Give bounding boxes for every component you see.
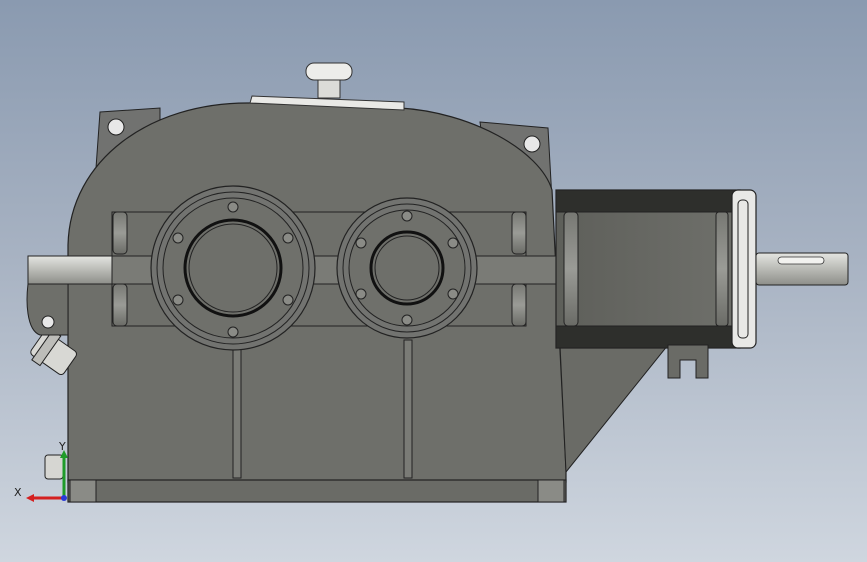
- flange-tab-left-top: [112, 211, 128, 255]
- right-ear-hole: [523, 135, 541, 153]
- motor-flange-right: [715, 211, 729, 327]
- gearbox-model[interactable]: [0, 0, 867, 562]
- motor-dark-band-top: [555, 189, 741, 213]
- breather-stem: [317, 77, 341, 99]
- y-axis-label: Y: [58, 440, 66, 453]
- axis-triad: X Y: [14, 440, 68, 502]
- rib-1: [232, 339, 242, 479]
- housing-base: [67, 479, 567, 503]
- motor-body: [555, 189, 741, 349]
- z-axis-dot: [61, 495, 67, 501]
- left-bearing-cap: [150, 185, 316, 351]
- breather-cap: [305, 62, 353, 81]
- left-ear-hole: [107, 118, 125, 136]
- motor-dark-band-bottom: [555, 325, 741, 349]
- left-shaft: [27, 255, 117, 285]
- motor-end-plate: [731, 189, 757, 349]
- housing-body: [67, 102, 567, 483]
- cad-viewport[interactable]: X Y: [0, 0, 867, 562]
- motor-flange-left: [563, 211, 579, 327]
- flange-tab-right-top: [511, 211, 527, 255]
- notch-hole: [41, 315, 55, 329]
- rib-2: [403, 339, 413, 479]
- base-foot-right: [537, 479, 565, 503]
- shaft-keyway: [777, 256, 825, 265]
- x-axis-arrow: [26, 494, 34, 502]
- flange-tab-left-bottom: [112, 283, 128, 327]
- right-bearing-cap: [336, 197, 478, 339]
- flange-tab-right-bottom: [511, 283, 527, 327]
- right-support-rib: [559, 344, 670, 474]
- x-axis-label: X: [14, 486, 22, 499]
- motor-foot: [667, 344, 709, 379]
